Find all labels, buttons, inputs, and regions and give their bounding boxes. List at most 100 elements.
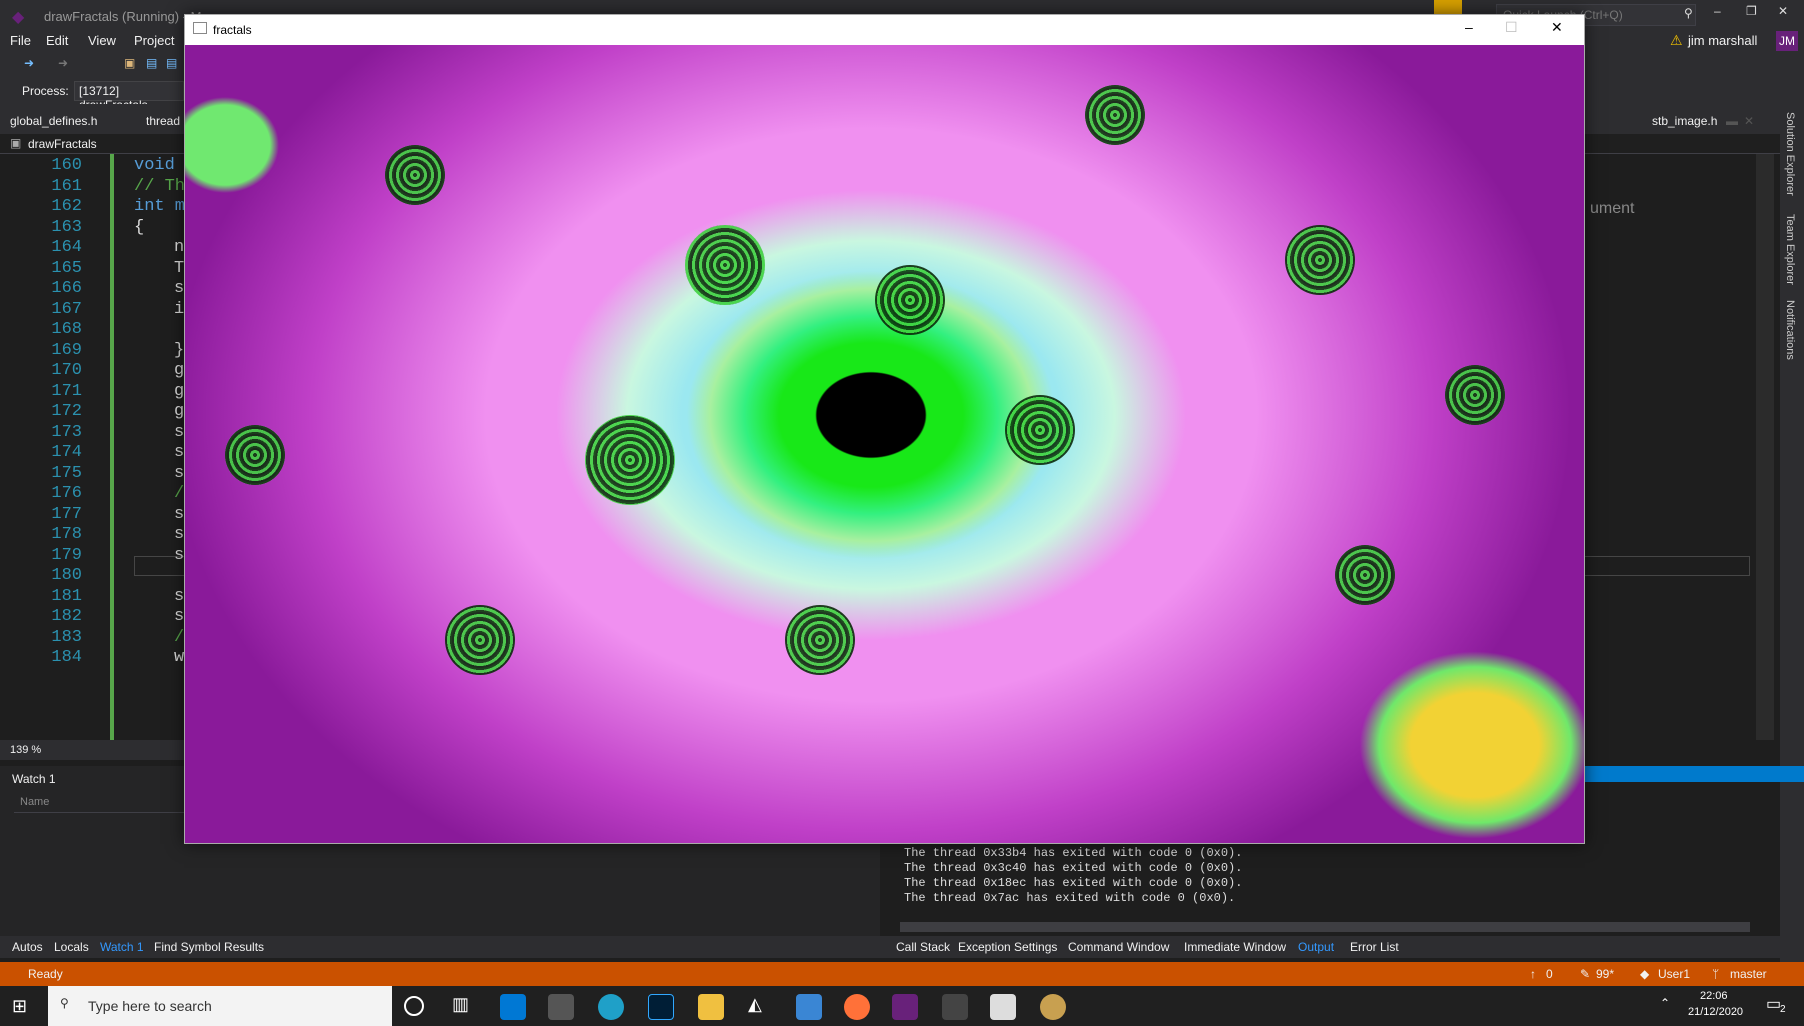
fractal-window[interactable]: fractals – ☐ ✕ <box>184 14 1585 844</box>
visual-studio-icon[interactable] <box>892 994 918 1020</box>
mail-icon[interactable] <box>500 994 526 1020</box>
menu-project[interactable]: Project <box>134 33 174 48</box>
code-line[interactable]: / <box>174 628 184 647</box>
clock-date[interactable]: 21/12/2020 <box>1688 1006 1743 1018</box>
tray-chevron-icon[interactable]: ⌃ <box>1660 996 1670 1010</box>
tab-global-defines[interactable]: global_defines.h <box>10 114 97 128</box>
save-all-icon[interactable]: ▤ <box>166 56 177 70</box>
menu-view[interactable]: View <box>88 33 116 48</box>
taskbar-search[interactable]: ⚲ Type here to search <box>48 986 392 1026</box>
code-line[interactable]: void <box>134 156 175 175</box>
tab-error-list[interactable]: Error List <box>1350 940 1399 954</box>
fractal-window-title-bar[interactable]: fractals – ☐ ✕ <box>185 15 1584 45</box>
menu-edit[interactable]: Edit <box>46 33 68 48</box>
code-line[interactable]: / <box>174 484 184 503</box>
ide-title: drawFractals (Running) - M <box>44 9 202 24</box>
tab-command-window[interactable]: Command Window <box>1068 940 1169 954</box>
windows-start-icon[interactable]: ⊞ <box>12 996 27 1017</box>
side-tab-solution-explorer[interactable]: Solution Explorer <box>1784 112 1796 196</box>
tab-autos[interactable]: Autos <box>12 940 43 954</box>
unity-icon[interactable]: ◭ <box>748 994 774 1020</box>
clock-time[interactable]: 22:06 <box>1700 990 1728 1002</box>
code-line[interactable]: i <box>174 300 184 319</box>
firefox-icon[interactable] <box>844 994 870 1020</box>
remote-desktop-icon[interactable] <box>796 994 822 1020</box>
code-line[interactable]: } <box>174 341 184 360</box>
code-line[interactable]: g <box>174 382 184 401</box>
pin-icon[interactable]: ▬ <box>1726 114 1738 128</box>
photoshop-icon[interactable] <box>648 994 674 1020</box>
nav-file-dropdown[interactable]: drawFractals <box>28 137 97 151</box>
vertical-scrollbar[interactable] <box>1756 154 1774 740</box>
code-line[interactable]: T <box>174 259 184 278</box>
edge-icon[interactable] <box>598 994 624 1020</box>
task-view-icon[interactable]: ▥ <box>452 994 478 1020</box>
calculator-icon[interactable] <box>942 994 968 1020</box>
line-number: 167 <box>51 299 82 319</box>
fractal-minimize-button[interactable]: – <box>1465 19 1473 35</box>
code-line[interactable]: s <box>174 587 184 606</box>
code-line[interactable]: g <box>174 361 184 380</box>
code-line[interactable]: // Th <box>134 177 185 196</box>
tab-call-stack[interactable]: Call Stack <box>896 940 950 954</box>
code-line[interactable]: s <box>174 423 184 442</box>
close-ide-button[interactable]: ✕ <box>1778 4 1788 18</box>
status-branch[interactable]: master <box>1730 967 1767 981</box>
code-line[interactable]: s <box>174 525 184 544</box>
tab-stb-image[interactable]: stb_image.h <box>1652 114 1717 128</box>
save-icon[interactable]: ▤ <box>146 56 157 70</box>
minimize-ide-button[interactable]: – <box>1714 4 1721 18</box>
file-explorer-icon[interactable] <box>698 994 724 1020</box>
avatar[interactable]: JM <box>1776 31 1798 51</box>
fractal-spiral <box>1085 85 1145 145</box>
fractal-close-button[interactable]: ✕ <box>1551 19 1563 36</box>
status-up-count[interactable]: 0 <box>1546 967 1553 981</box>
tab-find-symbol[interactable]: Find Symbol Results <box>154 940 264 954</box>
fractal-maximize-button[interactable]: ☐ <box>1505 19 1518 36</box>
code-line[interactable]: s <box>174 279 184 298</box>
code-line[interactable]: s <box>174 607 184 626</box>
code-line[interactable]: int m <box>134 197 185 216</box>
process-dropdown[interactable]: [13712] drawFractals <box>74 81 184 112</box>
tab-watch1[interactable]: Watch 1 <box>100 940 144 954</box>
user-name[interactable]: jim marshall <box>1688 33 1757 48</box>
code-line[interactable]: s <box>174 505 184 524</box>
code-line[interactable]: s <box>174 546 184 565</box>
tab-immediate-window[interactable]: Immediate Window <box>1184 940 1286 954</box>
store-icon[interactable] <box>548 994 574 1020</box>
side-tab-team-explorer[interactable]: Team Explorer <box>1784 214 1796 285</box>
status-user[interactable]: User1 <box>1658 967 1690 981</box>
forward-icon[interactable]: ➜ <box>58 56 68 70</box>
taskbar-search-input[interactable]: Type here to search <box>88 998 212 1014</box>
code-line[interactable]: s <box>174 443 184 462</box>
cortana-icon[interactable] <box>404 996 424 1016</box>
warning-icon[interactable]: ⚠ <box>1670 32 1683 49</box>
tab-thread[interactable]: thread <box>146 114 180 128</box>
right-panel-dropdown[interactable]: ument <box>1590 200 1720 224</box>
search-icon[interactable]: ⚲ <box>1684 6 1693 20</box>
code-line[interactable]: g <box>174 402 184 421</box>
back-icon[interactable]: ➜ <box>24 56 34 70</box>
code-line[interactable]: w <box>174 648 184 667</box>
status-pen-count[interactable]: 99* <box>1596 967 1614 981</box>
paint-icon[interactable] <box>1040 994 1066 1020</box>
code-line[interactable]: { <box>134 218 144 237</box>
tab-output[interactable]: Output <box>1298 940 1334 954</box>
line-number: 178 <box>51 525 82 544</box>
side-tab-notifications[interactable]: Notifications <box>1784 300 1796 360</box>
open-icon[interactable]: ▣ <box>124 56 135 70</box>
fractals-app-icon[interactable] <box>990 994 1016 1020</box>
output-hscroll[interactable] <box>900 922 1750 932</box>
tab-exception-settings[interactable]: Exception Settings <box>958 940 1057 954</box>
restore-ide-button[interactable]: ❐ <box>1746 4 1757 18</box>
watch-col-name[interactable]: Name <box>20 796 49 808</box>
code-line[interactable]: n <box>174 238 184 257</box>
process-label: Process: <box>22 84 69 98</box>
zoom-level-dropdown[interactable]: 139 % <box>10 744 41 756</box>
output-line: The thread 0x33b4 has exited with code 0… <box>904 846 1243 860</box>
close-tab-icon[interactable]: ✕ <box>1744 114 1754 128</box>
code-line[interactable]: s <box>174 464 184 483</box>
notification-center-icon[interactable]: ▭ <box>1766 994 1781 1014</box>
tab-locals[interactable]: Locals <box>54 940 89 954</box>
menu-file[interactable]: File <box>10 33 31 48</box>
